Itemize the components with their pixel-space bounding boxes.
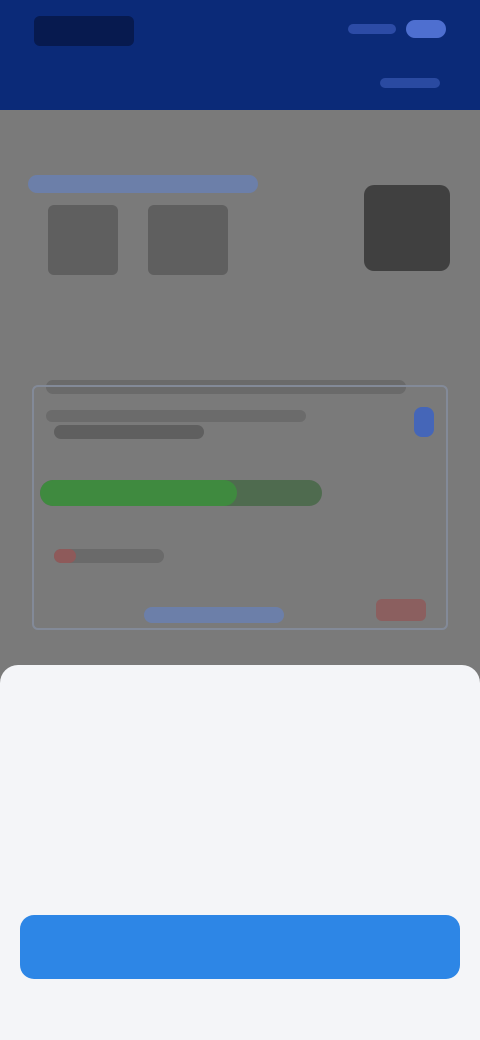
info-panel [32, 385, 448, 630]
brand-logo[interactable] [34, 16, 134, 46]
status-dot [54, 549, 76, 563]
info-icon[interactable] [414, 407, 434, 437]
status-line [54, 549, 164, 563]
header-subtext [380, 78, 440, 88]
section-title[interactable] [28, 175, 258, 193]
primary-action-button[interactable] [20, 915, 460, 979]
app-screen [0, 0, 480, 1040]
avatar[interactable] [364, 185, 450, 271]
main-content [0, 110, 480, 680]
app-header [0, 0, 480, 110]
status-badge[interactable] [376, 599, 426, 621]
header-menu[interactable] [348, 20, 446, 38]
stat-tile-b [148, 205, 228, 275]
progress-fill [40, 480, 238, 506]
menu-pill[interactable] [406, 20, 446, 38]
progress-bar [40, 480, 322, 506]
panel-label [54, 425, 204, 439]
details-link[interactable] [144, 607, 284, 623]
menu-line [348, 24, 396, 34]
stat-tile-a [48, 205, 118, 275]
bottom-sheet [0, 665, 480, 1040]
